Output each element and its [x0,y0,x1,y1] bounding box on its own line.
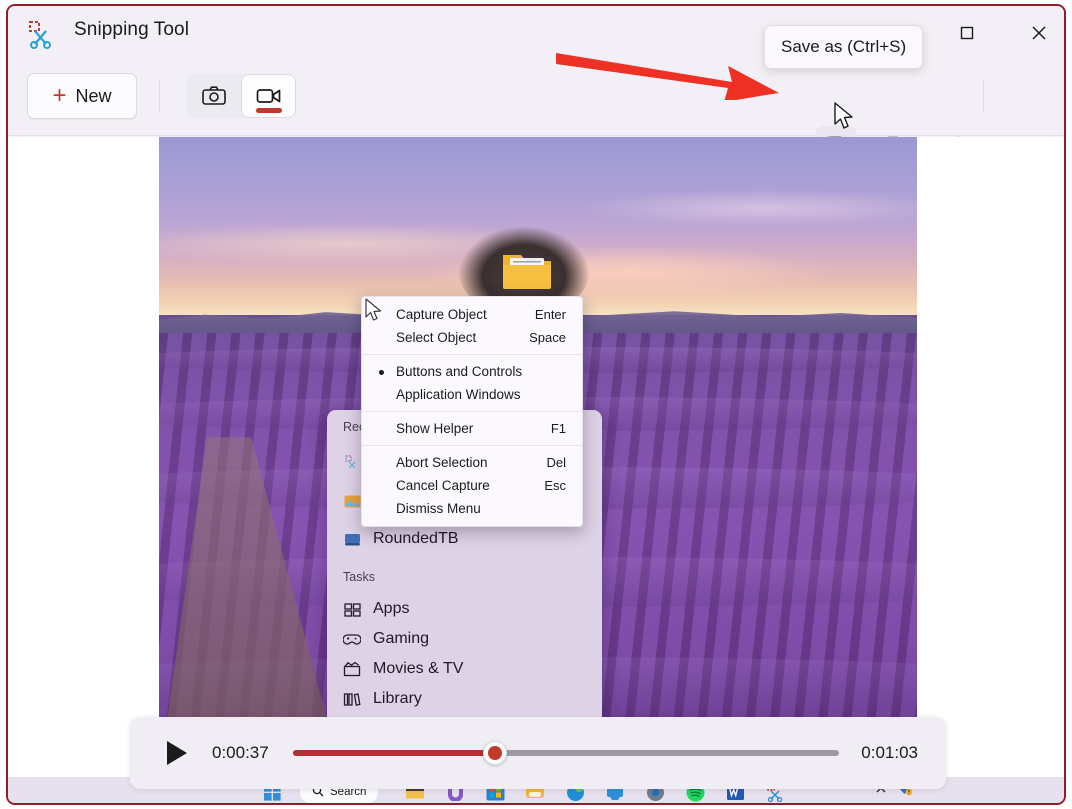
start-list-item-label: RoundedTB [373,530,458,548]
menu-item-dismiss-menu[interactable]: Dismiss Menu [362,497,582,520]
snipping-tool-icon [343,454,361,472]
start-list-item-roundedtb[interactable]: RoundedTB [327,524,602,554]
menu-separator [362,354,582,355]
camera-icon [201,83,227,109]
mode-record-active-indicator [256,108,282,113]
start-task-apps[interactable]: Apps [327,594,602,624]
menu-item-label: Select Object [396,330,476,345]
apps-icon [343,600,361,618]
toolbar-divider-2 [983,80,984,112]
start-task-library[interactable]: Library [327,684,602,714]
library-icon [343,690,361,708]
start-tasks-label: Tasks [327,570,602,584]
menu-item-label: Abort Selection [396,455,488,470]
start-task-label: Library [373,690,422,708]
menu-item-label: Buttons and Controls [396,364,522,379]
taskbar-running-indicator [452,804,458,805]
clapperboard-icon [343,660,361,678]
menu-item-show-helper[interactable]: Show Helper F1 [362,417,582,440]
page-title: Snipping Tool [74,19,189,41]
maximize-button[interactable] [944,10,990,56]
menu-item-label: Capture Object [396,307,487,322]
maximize-icon [959,25,975,41]
photos-icon [343,492,361,510]
mode-record-button[interactable] [241,74,296,118]
menu-separator [362,445,582,446]
menu-item-shortcut: Space [529,330,566,345]
toolbar-divider [159,80,160,112]
save-as-tooltip: Save as (Ctrl+S) [764,25,923,69]
play-button[interactable] [160,736,194,770]
close-icon [1030,24,1048,42]
selected-bullet-icon [379,370,384,375]
seek-bar[interactable] [293,743,840,763]
menu-item-application-windows[interactable]: Application Windows [362,383,582,406]
start-task-label: Gaming [373,630,429,648]
start-task-movies-tv[interactable]: Movies & TV [327,654,602,684]
toolbar: + New [8,62,1064,136]
snipping-tool-icon [24,18,56,50]
current-time-label: 0:00:37 [212,743,269,763]
play-icon [164,739,190,767]
menu-item-abort-selection[interactable]: Abort Selection Del [362,451,582,474]
roundedtb-icon [343,530,361,548]
video-player-bar: 0:00:37 0:01:03 [130,717,946,789]
capture-canvas: Rece [8,137,1064,777]
mode-snip-button[interactable] [186,74,241,118]
seek-progress-fill [293,750,495,756]
menu-item-label: Show Helper [396,421,473,436]
menu-item-shortcut: Enter [535,307,566,322]
video-camera-icon [256,86,282,106]
captured-screenshot: Rece [159,137,917,777]
menu-item-select-object[interactable]: Select Object Space [362,326,582,349]
new-button[interactable]: + New [27,73,137,119]
folder-icon [501,249,553,291]
taskbar-running-indicator [532,804,538,805]
menu-item-capture-object[interactable]: Capture Object Enter [362,303,582,326]
start-task-label: Movies & TV [373,660,463,678]
menu-item-label: Application Windows [396,387,521,402]
total-time-label: 0:01:03 [861,743,918,763]
taskbar-running-indicator [772,804,778,805]
start-task-label: Apps [373,600,409,618]
menu-item-shortcut: Esc [544,478,566,493]
capture-context-menu: Capture Object Enter Select Object Space… [361,296,583,527]
taskbar-running-indicator [732,804,738,805]
capture-mode-group [186,74,296,118]
start-task-gaming[interactable]: Gaming [327,624,602,654]
menu-item-label: Dismiss Menu [396,501,481,516]
snipping-tool-window: Snipping Tool + New [6,4,1066,805]
menu-item-label: Cancel Capture [396,478,490,493]
plus-icon: + [52,84,66,108]
gamepad-icon [343,630,361,648]
menu-item-cancel-capture[interactable]: Cancel Capture Esc [362,474,582,497]
menu-separator [362,411,582,412]
menu-item-buttons-and-controls[interactable]: Buttons and Controls [362,360,582,383]
menu-item-shortcut: F1 [551,421,566,436]
close-button[interactable] [1016,10,1062,56]
menu-item-shortcut: Del [546,455,566,470]
taskbar-running-indicator [572,804,578,805]
new-button-label: New [76,86,112,107]
seek-thumb[interactable] [483,741,507,765]
